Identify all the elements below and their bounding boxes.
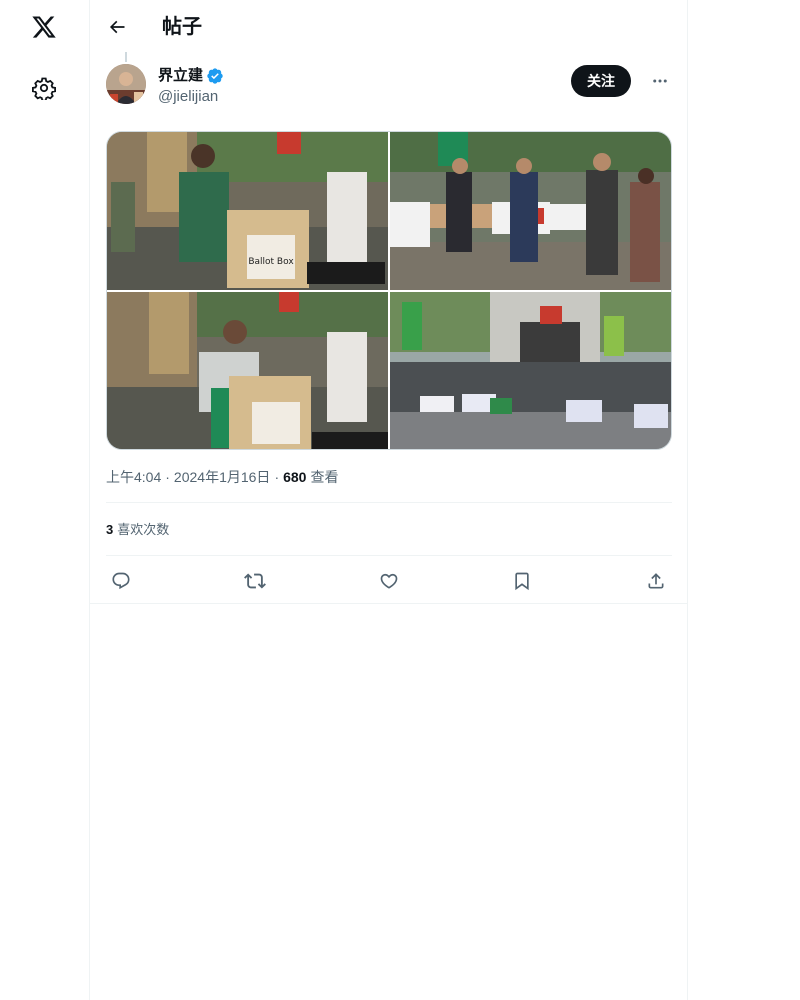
- arrow-left-icon[interactable]: [104, 14, 130, 40]
- author-name[interactable]: 界立建: [158, 66, 203, 86]
- verified-badge-icon[interactable]: [206, 67, 224, 85]
- views-count: 680: [283, 469, 307, 485]
- post-image-2[interactable]: [390, 132, 671, 290]
- reply-icon[interactable]: [108, 568, 134, 594]
- post-metadata: 上午4:04 · 2024年1月16日 · 680 查看: [106, 467, 338, 487]
- main-column: 帖子 界立建 @jielijian 关注 Ballot Box 上午4:04 ·…: [89, 0, 688, 1000]
- post-media-grid: Ballot Box: [106, 131, 672, 450]
- post-time[interactable]: 上午4:04: [106, 467, 161, 487]
- likes-label: 喜欢次数: [117, 522, 170, 537]
- thread-line: [125, 52, 127, 62]
- left-navigation: [0, 0, 89, 1000]
- heart-icon[interactable]: [376, 568, 402, 594]
- divider: [106, 555, 672, 556]
- follow-button[interactable]: 关注: [571, 65, 631, 97]
- meta-separator: ·: [274, 469, 280, 485]
- page-header: 帖子: [90, 0, 687, 53]
- post-actions: [106, 566, 672, 594]
- gear-icon[interactable]: [31, 75, 57, 101]
- x-logo-icon[interactable]: [29, 12, 59, 42]
- bookmark-icon[interactable]: [509, 568, 535, 594]
- more-horizontal-icon[interactable]: [648, 71, 672, 91]
- author-name-row: 界立建: [158, 66, 224, 86]
- divider: [106, 502, 672, 503]
- avatar[interactable]: [106, 64, 146, 104]
- post-image-4[interactable]: [390, 292, 671, 449]
- likes-count: 3: [106, 522, 114, 537]
- divider: [90, 603, 687, 604]
- likes-stat[interactable]: 3 喜欢次数: [106, 520, 169, 540]
- post-image-3[interactable]: [107, 292, 388, 449]
- ballot-box-label: Ballot Box: [248, 257, 294, 267]
- share-icon[interactable]: [643, 568, 669, 594]
- post-author: 界立建 @jielijian 关注: [106, 64, 672, 108]
- author-handle[interactable]: @jielijian: [158, 87, 218, 107]
- repost-icon[interactable]: [242, 568, 268, 594]
- meta-separator: ·: [165, 469, 170, 485]
- post-date[interactable]: 2024年1月16日: [174, 467, 271, 487]
- post-image-1[interactable]: Ballot Box: [107, 132, 388, 290]
- views-label: 查看: [310, 469, 339, 485]
- page-title: 帖子: [162, 16, 202, 38]
